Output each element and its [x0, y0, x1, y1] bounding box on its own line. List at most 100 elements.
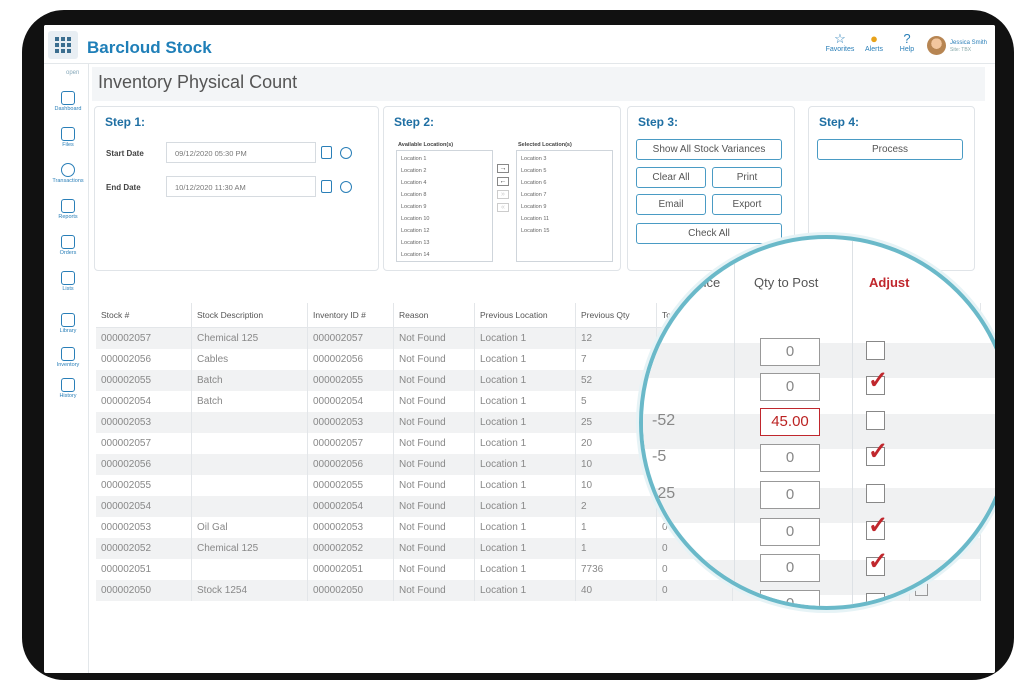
list-item[interactable]: Location 11 — [521, 213, 608, 225]
start-date-label: Start Date — [106, 149, 144, 158]
adjust-checkbox[interactable] — [866, 593, 885, 606]
column-header[interactable]: Reason — [393, 303, 475, 328]
list-item[interactable]: Location 14 — [401, 249, 488, 261]
table-cell: 000002052 — [307, 538, 394, 559]
table-cell: 000002056 — [96, 349, 192, 370]
list-item[interactable]: Location 13 — [401, 237, 488, 249]
move-all-right-button[interactable]: » — [497, 190, 509, 199]
table-cell: 000002056 — [96, 454, 192, 475]
sidebar-item-reports[interactable]: Reports — [48, 199, 88, 220]
sidebar-item-files[interactable]: Files — [48, 127, 88, 148]
table-cell: 000002054 — [96, 496, 192, 517]
show-all-variances-button[interactable]: Show All Stock Variances — [636, 139, 782, 160]
table-cell: Not Found — [393, 327, 475, 349]
calendar-icon[interactable] — [321, 180, 332, 193]
user-menu[interactable]: Jessica Smith Site: TBX — [927, 36, 987, 55]
question-icon: ? — [903, 31, 911, 46]
table-cell: Not Found — [393, 517, 475, 538]
list-item[interactable]: Location 8 — [401, 189, 488, 201]
adjust-checkbox[interactable] — [866, 411, 885, 430]
checkmark-icon: ✓ — [868, 367, 889, 394]
app-menu-button[interactable] — [48, 31, 78, 59]
qty-to-post-input[interactable]: 0 — [760, 481, 820, 509]
qty-to-post-input[interactable]: 0 — [760, 373, 820, 401]
qty-to-post-input[interactable]: 0 — [760, 554, 820, 582]
variance-value: -25 — [652, 485, 676, 502]
checkmark-icon: ✓ — [868, 512, 889, 539]
table-cell: Location 1 — [474, 391, 576, 412]
checkmark-icon: ✓ — [868, 438, 889, 465]
step2-card: Step 2: Available Location(s) Selected L… — [383, 106, 621, 271]
sidebar-item-label: Orders — [59, 250, 77, 256]
list-item[interactable]: Location 2 — [401, 165, 488, 177]
move-all-left-button[interactable]: « — [497, 203, 509, 212]
selected-locations-list[interactable]: Location 3 Location 5 Location 6 Location 7… — [516, 150, 613, 262]
clock-icon[interactable] — [340, 147, 352, 159]
qty-to-post-input[interactable]: 0 — [760, 444, 820, 472]
qty-to-post-header: Qty to Post — [754, 275, 819, 290]
sidebar-item-orders[interactable]: Orders — [48, 235, 88, 256]
clear-all-button[interactable]: Clear All — [636, 167, 706, 188]
list-item[interactable]: Location 6 — [521, 177, 608, 189]
table-cell: 000002056 — [307, 454, 394, 475]
variance-header: ance — [692, 275, 721, 290]
sidebar-item-lists[interactable]: Lists — [48, 271, 88, 292]
app-screen: Barcloud Stock ☆ Favorites ● Alerts ? Help … — [44, 25, 995, 673]
qty-to-post-input[interactable]: 0 — [760, 590, 820, 606]
column-header[interactable]: Stock # — [96, 303, 192, 328]
list-item[interactable]: Location 15 — [521, 225, 608, 237]
list-item[interactable]: Location 3 — [521, 153, 608, 165]
start-date-input[interactable]: 09/12/2020 05:30 PM — [166, 142, 316, 163]
sidebar-item-dashboard[interactable]: Dashboard — [48, 91, 88, 112]
table-cell: Location 1 — [474, 412, 576, 433]
column-header[interactable]: Stock Description — [191, 303, 308, 328]
move-right-button[interactable]: → — [497, 164, 509, 173]
list-item[interactable]: Location 10 — [401, 213, 488, 225]
sidebar: open Dashboard Files Transactions Report… — [44, 63, 89, 673]
table-cell: 000002055 — [96, 475, 192, 496]
available-locations-list[interactable]: Location 1 Location 2 Location 4 Location 8… — [396, 150, 493, 262]
list-item[interactable]: Location 1 — [401, 153, 488, 165]
end-date-input[interactable]: 10/12/2020 11:30 AM — [166, 176, 316, 197]
favorites-label: Favorites — [825, 46, 855, 53]
print-button[interactable]: Print — [712, 167, 782, 188]
qty-to-post-input[interactable]: 45.00 — [760, 408, 820, 436]
clock-icon[interactable] — [340, 181, 352, 193]
process-button[interactable]: Process — [817, 139, 963, 160]
qty-to-post-input[interactable]: 0 — [760, 338, 820, 366]
move-left-button[interactable]: ← — [497, 177, 509, 186]
column-header[interactable]: Inventory ID # — [307, 303, 394, 328]
sidebar-item-library[interactable]: Library — [48, 313, 88, 334]
table-cell: Location 1 — [474, 327, 576, 349]
sidebar-item-history[interactable]: History — [48, 378, 88, 399]
adjust-checkbox[interactable] — [866, 341, 885, 360]
table-cell: Location 1 — [474, 475, 576, 496]
table-cell: Location 1 — [474, 496, 576, 517]
table-cell: 000002053 — [307, 412, 394, 433]
table-cell: Not Found — [393, 454, 475, 475]
column-header[interactable]: Previous Location — [474, 303, 576, 328]
sidebar-item-inventory[interactable]: Inventory — [48, 347, 88, 368]
list-item[interactable]: Location 4 — [401, 177, 488, 189]
help-button[interactable]: ? Help — [885, 31, 929, 53]
qty-to-post-input[interactable]: 0 — [760, 518, 820, 546]
sidebar-open-toggle[interactable]: open — [66, 70, 79, 76]
export-button[interactable]: Export — [712, 194, 782, 215]
table-cell: Chemical 125 — [191, 327, 308, 349]
email-button[interactable]: Email — [636, 194, 706, 215]
calendar-icon[interactable] — [321, 146, 332, 159]
list-item[interactable]: Location 7 — [521, 189, 608, 201]
book-icon — [61, 378, 75, 392]
table-cell — [191, 475, 308, 496]
list-item[interactable]: Location 12 — [401, 225, 488, 237]
table-cell — [191, 454, 308, 475]
table-cell: 000002057 — [307, 327, 394, 349]
list-item[interactable]: Location 9 — [521, 201, 608, 213]
table-cell: Not Found — [393, 433, 475, 454]
end-date-label: End Date — [106, 183, 141, 192]
table-cell: 000002050 — [307, 580, 394, 601]
list-item[interactable]: Location 9 — [401, 201, 488, 213]
list-item[interactable]: Location 5 — [521, 165, 608, 177]
sidebar-item-transactions[interactable]: Transactions — [48, 163, 88, 184]
adjust-checkbox[interactable] — [866, 484, 885, 503]
